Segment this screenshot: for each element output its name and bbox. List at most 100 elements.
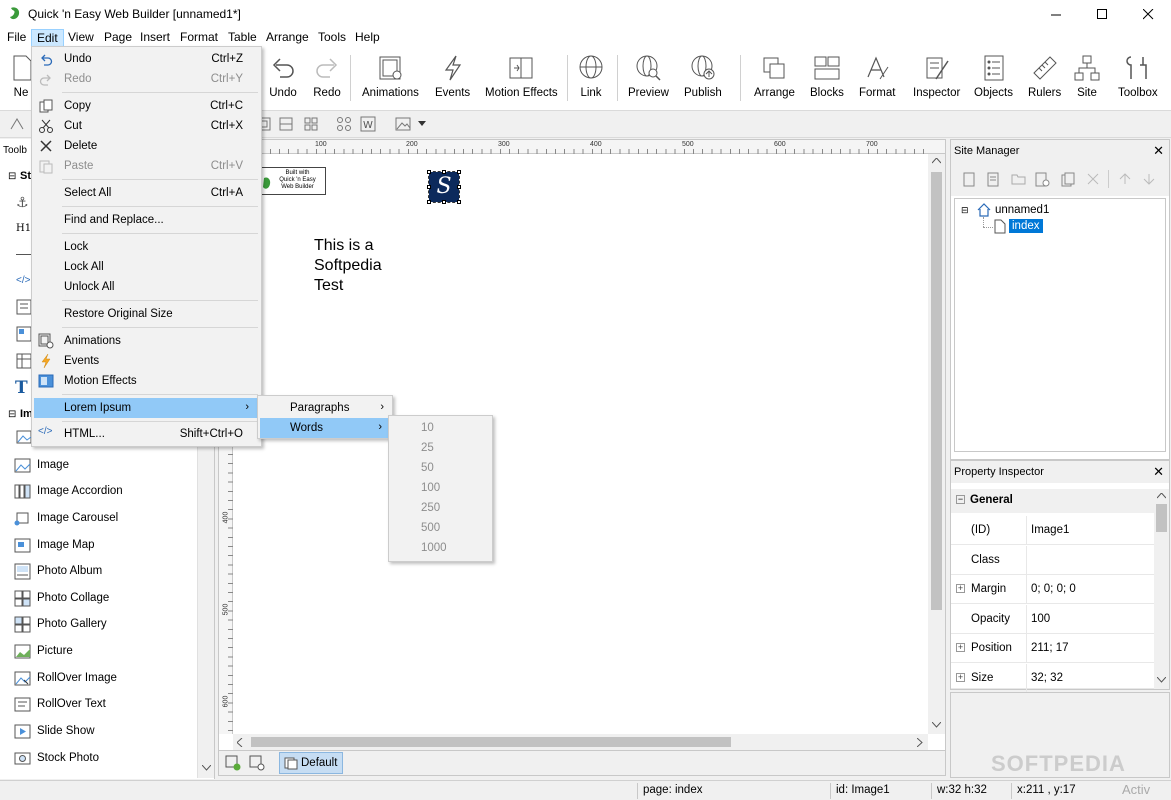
toolbox-item-photo-gallery[interactable]: Photo Gallery (14, 614, 107, 634)
line-icon[interactable] (16, 254, 32, 255)
inspector-scrollbar[interactable] (1154, 489, 1169, 689)
menu-item-copy[interactable]: Copy Ctrl+C (34, 96, 261, 116)
nodes-icon[interactable] (336, 116, 352, 132)
menu-item-delete[interactable]: Delete (34, 136, 261, 156)
delete-page-icon[interactable] (1087, 173, 1099, 185)
maximize-button[interactable] (1079, 0, 1125, 29)
menu-item-lock-all[interactable]: Lock All (34, 257, 261, 277)
word-icon[interactable]: W (360, 116, 376, 132)
menu-item-words-50[interactable]: 50 (391, 458, 492, 478)
menu-view[interactable]: View (68, 29, 94, 47)
menu-item-motion-effects[interactable]: Motion Effects (34, 371, 261, 391)
built-with-badge[interactable]: Built with Quick 'n Easy Web Builder (259, 167, 326, 195)
resize-handle[interactable] (457, 200, 461, 204)
close-icon[interactable]: ✕ (1153, 461, 1164, 483)
page-properties-icon[interactable] (987, 172, 999, 187)
toolbox-item-rollover-text[interactable]: RollOver Text (14, 694, 106, 714)
link-button[interactable]: Link (576, 53, 606, 107)
scroll-down-icon[interactable] (202, 765, 211, 771)
scroll-thumb[interactable] (1156, 504, 1167, 532)
inspector-button[interactable]: Inspector (913, 53, 960, 107)
html-icon[interactable]: </> (16, 275, 30, 286)
menu-item-paragraphs[interactable]: Paragraphs › (260, 398, 392, 418)
move-up-icon[interactable] (1119, 173, 1131, 185)
heading-icon[interactable]: H1 (16, 223, 31, 234)
toolbox-item-slide-show[interactable]: Slide Show (14, 721, 95, 741)
redo-button[interactable]: Redo (312, 53, 342, 107)
resize-grid-icon[interactable] (278, 116, 294, 132)
menu-item-words-25[interactable]: 25 (391, 438, 492, 458)
menu-item-lorem-ipsum[interactable]: Lorem Ipsum › (34, 398, 259, 418)
menu-arrange[interactable]: Arrange (266, 29, 309, 47)
move-down-icon[interactable] (1143, 173, 1155, 185)
form-icon[interactable] (16, 299, 32, 315)
menu-item-animations[interactable]: Animations (34, 331, 261, 351)
table-icon[interactable] (16, 353, 32, 369)
group-standard[interactable]: St (20, 170, 31, 182)
canvas-horizontal-scrollbar[interactable] (233, 734, 928, 750)
menu-item-events[interactable]: Events (34, 351, 261, 371)
text-icon[interactable]: T (15, 378, 28, 398)
menu-help[interactable]: Help (355, 29, 380, 47)
events-button[interactable]: Events (435, 53, 470, 107)
menu-item-restore-size[interactable]: Restore Original Size (34, 304, 261, 324)
resize-handle[interactable] (442, 170, 446, 174)
image-gallery-icon[interactable] (16, 429, 32, 445)
new-page-icon[interactable] (963, 172, 975, 187)
menu-item-select-all[interactable]: Select All Ctrl+A (34, 183, 261, 203)
copy-page-icon[interactable] (1061, 172, 1075, 187)
menu-item-undo[interactable]: Undo Ctrl+Z (34, 49, 261, 69)
menu-item-words-250[interactable]: 250 (391, 498, 492, 518)
menu-item-unlock-all[interactable]: Unlock All (34, 277, 261, 297)
page-link-icon[interactable] (1035, 172, 1050, 187)
scroll-up-icon[interactable] (932, 158, 941, 164)
menu-item-words-100[interactable]: 100 (391, 478, 492, 498)
menu-tools[interactable]: Tools (318, 29, 346, 47)
property-row-id[interactable]: (ID) Image1 (951, 516, 1154, 545)
arrange-button[interactable]: Arrange (754, 53, 795, 107)
scroll-up-icon[interactable] (1157, 493, 1166, 499)
format-button[interactable]: Format (859, 53, 895, 107)
expand-icon[interactable]: + (956, 584, 965, 593)
menu-item-find-replace[interactable]: Find and Replace... (34, 210, 261, 230)
menu-item-words-500[interactable]: 500 (391, 518, 492, 538)
menu-item-words-1000[interactable]: 1000 (391, 538, 492, 558)
toolbox-item-photo-album[interactable]: Photo Album (14, 561, 102, 581)
tree-root-unnamed1[interactable]: unnamed1 (995, 204, 1049, 216)
toolbox-button[interactable]: Toolbox (1118, 53, 1158, 107)
scroll-right-icon[interactable] (917, 738, 923, 747)
property-row-size[interactable]: + Size 32; 32 (951, 664, 1154, 693)
scroll-thumb[interactable] (931, 172, 942, 610)
scroll-down-icon[interactable] (1157, 677, 1166, 683)
resize-handle[interactable] (427, 170, 431, 174)
collapse-icon[interactable]: ⊟ (8, 409, 16, 420)
animations-button[interactable]: Animations (362, 53, 419, 107)
scroll-left-icon[interactable] (237, 738, 243, 747)
folder-icon[interactable] (1011, 173, 1026, 185)
objects-button[interactable]: Objects (974, 53, 1013, 107)
tree-collapse-icon[interactable]: ⊟ (961, 205, 969, 216)
close-button[interactable] (1125, 0, 1171, 29)
page-settings-icon[interactable] (249, 755, 265, 771)
collapse-icon[interactable]: ⊟ (8, 171, 16, 182)
collapse-icon[interactable]: − (956, 495, 965, 504)
toolbox-item-stock-photo[interactable]: Stock Photo (14, 748, 99, 768)
toolbox-item-image-accordion[interactable]: Image Accordion (14, 481, 123, 501)
toolbox-item-rollover-image[interactable]: RollOver Image (14, 668, 117, 688)
softpedia-logo-image[interactable]: S (428, 171, 460, 203)
resize-handle[interactable] (442, 200, 446, 204)
toolbox-item-image-map[interactable]: Image Map (14, 535, 95, 555)
property-row-margin[interactable]: + Margin 0; 0; 0; 0 (951, 575, 1154, 604)
toolbox-item-picture[interactable]: Picture (14, 641, 73, 661)
canvas-vertical-scrollbar[interactable] (928, 154, 945, 734)
resize-handle[interactable] (427, 200, 431, 204)
property-row-class[interactable]: Class (951, 546, 1154, 575)
resize-handle[interactable] (427, 185, 431, 189)
add-page-icon[interactable] (225, 755, 241, 771)
align-icon[interactable] (10, 117, 24, 131)
canvas-text-block[interactable]: This is a Softpedia Test (314, 236, 382, 296)
menu-table[interactable]: Table (228, 29, 257, 47)
scroll-thumb[interactable] (251, 737, 731, 747)
site-button[interactable]: Site (1072, 53, 1102, 107)
menu-item-cut[interactable]: Cut Ctrl+X (34, 116, 261, 136)
